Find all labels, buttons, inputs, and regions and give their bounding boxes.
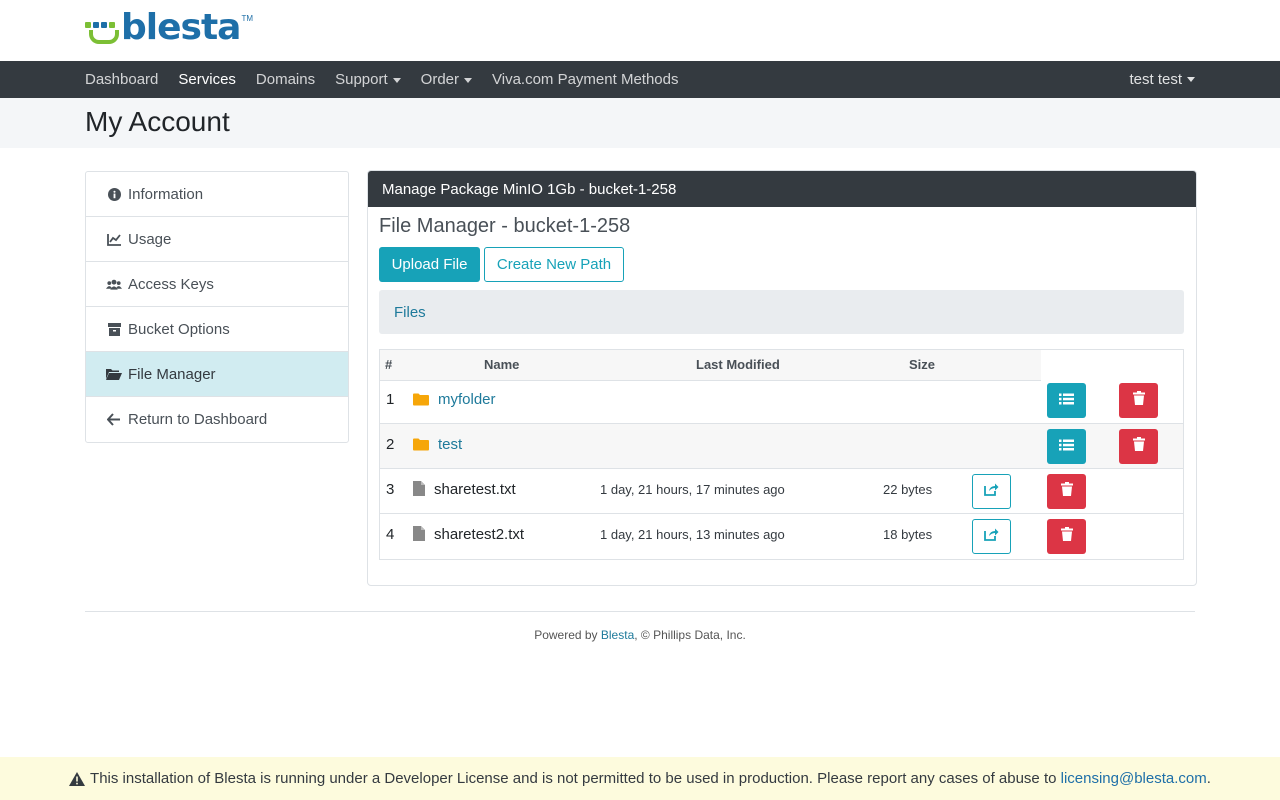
create-new-path-button[interactable]: Create New Path bbox=[484, 247, 624, 282]
arrow-left-icon bbox=[106, 412, 122, 428]
table-row: 3 sharetest.txt 1 day, 21 hours, 17 minu… bbox=[380, 469, 1183, 514]
delete-button[interactable] bbox=[1119, 429, 1158, 464]
row-number: 1 bbox=[386, 391, 395, 408]
logo-text: blesta bbox=[121, 7, 241, 48]
file-size: 22 bytes bbox=[883, 482, 933, 497]
warning-triangle-icon bbox=[69, 771, 86, 786]
caret-down-icon bbox=[464, 77, 472, 83]
footer-suffix: , © Phillips Data, Inc. bbox=[634, 628, 746, 642]
logo-bar: blesta TM bbox=[0, 0, 1280, 61]
share-button[interactable] bbox=[972, 519, 1011, 554]
file-table: # Name Last Modified Size 1 myfolder 2 t… bbox=[379, 349, 1184, 560]
caret-down-icon bbox=[1187, 77, 1195, 82]
row-number: 3 bbox=[386, 481, 395, 498]
folder-icon bbox=[413, 436, 429, 452]
sidebar-item-file-manager[interactable]: File Manager bbox=[86, 352, 348, 397]
logo-mark-icon bbox=[85, 10, 119, 46]
user-menu-dropdown[interactable]: test test bbox=[1129, 61, 1195, 98]
sidebar-item-access-keys[interactable]: Access Keys bbox=[86, 262, 348, 307]
list-icon bbox=[1059, 438, 1074, 456]
column-header-modified: Last Modified bbox=[696, 357, 780, 372]
breadcrumb: Files bbox=[379, 290, 1184, 334]
file-name: sharetest2.txt bbox=[434, 526, 525, 543]
last-modified: 1 day, 21 hours, 13 minutes ago bbox=[600, 527, 785, 542]
service-sidebar: Information Usage Access Keys Bucket Opt… bbox=[85, 171, 349, 443]
sidebar-item-label: File Manager bbox=[128, 365, 216, 383]
list-icon bbox=[1059, 392, 1074, 410]
logo-trademark: TM bbox=[241, 14, 254, 23]
footer-prefix: Powered by bbox=[534, 628, 601, 642]
trash-icon bbox=[1060, 482, 1073, 501]
folder-link[interactable]: myfolder bbox=[438, 391, 496, 408]
delete-button[interactable] bbox=[1047, 474, 1086, 509]
folder-link[interactable]: test bbox=[438, 436, 462, 453]
license-text: This installation of Blesta is running u… bbox=[90, 770, 1061, 787]
row-number: 4 bbox=[386, 526, 395, 543]
table-row: 4 sharetest2.txt 1 day, 21 hours, 13 min… bbox=[380, 514, 1183, 559]
sidebar-item-label: Usage bbox=[128, 230, 172, 248]
file-icon bbox=[413, 526, 429, 542]
sidebar-item-bucket-options[interactable]: Bucket Options bbox=[86, 307, 348, 352]
breadcrumb-files-link[interactable]: Files bbox=[394, 304, 426, 321]
share-icon bbox=[984, 482, 999, 501]
file-manager-title: File Manager - bucket-1-258 bbox=[379, 215, 631, 237]
user-name: test test bbox=[1129, 71, 1182, 88]
column-header-num: # bbox=[385, 357, 393, 372]
sidebar-item-usage[interactable]: Usage bbox=[86, 217, 348, 262]
page-title: My Account bbox=[85, 106, 230, 137]
table-row: 2 test bbox=[380, 424, 1183, 469]
license-end: . bbox=[1206, 770, 1211, 787]
nav-support-dropdown[interactable]: Support bbox=[335, 71, 401, 88]
users-icon bbox=[106, 276, 122, 292]
trash-icon bbox=[1132, 391, 1145, 410]
info-circle-icon bbox=[106, 186, 122, 202]
share-icon bbox=[984, 527, 999, 546]
sidebar-item-return-to-dashboard[interactable]: Return to Dashboard bbox=[86, 397, 348, 442]
table-row: 1 myfolder bbox=[380, 379, 1183, 424]
delete-button[interactable] bbox=[1119, 383, 1158, 418]
file-size: 18 bytes bbox=[883, 527, 933, 542]
table-header: # Name Last Modified Size bbox=[380, 350, 1041, 381]
page-title-band: My Account bbox=[0, 98, 1280, 148]
upload-file-button[interactable]: Upload File bbox=[379, 247, 480, 282]
footer-divider bbox=[85, 611, 1195, 612]
trash-icon bbox=[1132, 437, 1145, 456]
file-name: sharetest.txt bbox=[434, 481, 516, 498]
open-folder-button[interactable] bbox=[1047, 383, 1086, 418]
last-modified: 1 day, 21 hours, 17 minutes ago bbox=[600, 482, 785, 497]
sidebar-item-information[interactable]: Information bbox=[86, 172, 348, 217]
file-icon bbox=[413, 481, 429, 497]
folder-open-icon bbox=[106, 366, 122, 382]
caret-down-icon bbox=[392, 77, 401, 83]
main-navbar: Dashboard Services Domains Support Order… bbox=[0, 61, 1280, 98]
blesta-logo[interactable]: blesta TM bbox=[85, 10, 253, 46]
nav-dashboard[interactable]: Dashboard bbox=[85, 71, 158, 88]
footer: Powered by Blesta, © Phillips Data, Inc. bbox=[0, 628, 1280, 642]
manage-package-card: Manage Package MinIO 1Gb - bucket-1-258 … bbox=[367, 170, 1197, 586]
folder-icon bbox=[413, 391, 429, 407]
archive-box-icon bbox=[106, 321, 122, 337]
sidebar-item-label: Information bbox=[128, 185, 204, 203]
share-button[interactable] bbox=[972, 474, 1011, 509]
card-header: Manage Package MinIO 1Gb - bucket-1-258 bbox=[368, 171, 1196, 207]
row-number: 2 bbox=[386, 436, 395, 453]
sidebar-item-label: Bucket Options bbox=[128, 320, 230, 338]
nav-services[interactable]: Services bbox=[178, 71, 236, 88]
nav-domains[interactable]: Domains bbox=[256, 71, 315, 88]
trash-icon bbox=[1060, 527, 1073, 546]
licensing-email-link[interactable]: licensing@blesta.com bbox=[1061, 770, 1207, 787]
column-header-size: Size bbox=[909, 357, 936, 372]
sidebar-item-label: Return to Dashboard bbox=[128, 411, 268, 428]
column-header-name: Name bbox=[484, 357, 520, 372]
footer-blesta-link[interactable]: Blesta bbox=[601, 628, 634, 642]
nav-order-dropdown[interactable]: Order bbox=[421, 71, 472, 88]
developer-license-banner: This installation of Blesta is running u… bbox=[0, 757, 1280, 800]
open-folder-button[interactable] bbox=[1047, 429, 1086, 464]
sidebar-item-label: Access Keys bbox=[128, 275, 214, 293]
delete-button[interactable] bbox=[1047, 519, 1086, 554]
chart-line-icon bbox=[106, 231, 122, 247]
nav-viva-payment-methods[interactable]: Viva.com Payment Methods bbox=[492, 71, 678, 88]
